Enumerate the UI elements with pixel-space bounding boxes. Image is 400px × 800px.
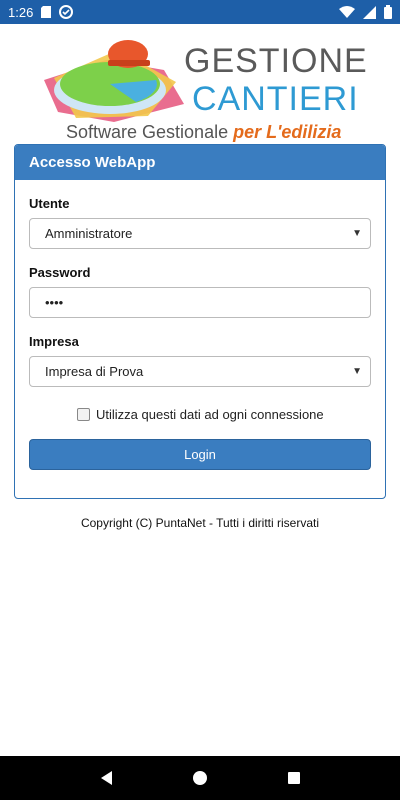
logo-subtitle-prefix: Software Gestionale [66,122,234,142]
remember-label: Utilizza questi dati ad ogni connessione [96,407,324,422]
chevron-down-icon: ▼ [352,366,362,377]
vpn-icon [59,5,74,19]
signal-icon [363,5,376,19]
recent-apps-icon[interactable] [287,772,300,784]
copyright-text: Copyright (C) PuntaNet - Tutti i diritti… [80,516,320,530]
company-label: Impresa [29,334,79,349]
logo-title-line1: GESTIONE [184,42,368,80]
login-button[interactable]: Login [29,439,371,470]
status-time: 1:26 [8,4,34,20]
remember-row[interactable]: Utilizza questi dati ad ogni connessione [77,407,324,422]
construction-chart-logo-icon [44,40,184,122]
panel-header: Accesso WebApp [15,145,385,180]
user-label: Utente [29,196,70,211]
status-bar: 1:26 [0,0,400,24]
password-value: •••• [45,295,64,310]
remember-checkbox[interactable] [77,408,90,421]
chevron-down-icon: ▼ [352,228,362,239]
battery-icon [384,5,392,19]
company-select[interactable]: Impresa di Prova ▼ [29,356,371,387]
back-icon[interactable] [100,771,112,785]
wifi-icon [339,6,355,18]
user-select[interactable]: Amministratore ▼ [29,218,371,249]
logo-title-line2: CANTIERI [192,80,359,118]
logo-subtitle-emphasis: per L'edilizia [233,122,342,142]
company-select-value: Impresa di Prova [45,364,144,379]
home-icon[interactable] [192,771,207,785]
password-field[interactable]: •••• [29,287,371,318]
sd-card-icon [41,6,52,18]
login-panel: Accesso WebApp Utente Amministratore ▼ P… [14,144,386,499]
password-label: Password [29,265,91,280]
logo-subtitle: Software Gestionale per L'edilizia [66,122,341,143]
app-logo: GESTIONE CANTIERI Software Gestionale pe… [36,30,368,143]
android-nav-bar [0,756,400,800]
user-select-value: Amministratore [45,226,133,241]
